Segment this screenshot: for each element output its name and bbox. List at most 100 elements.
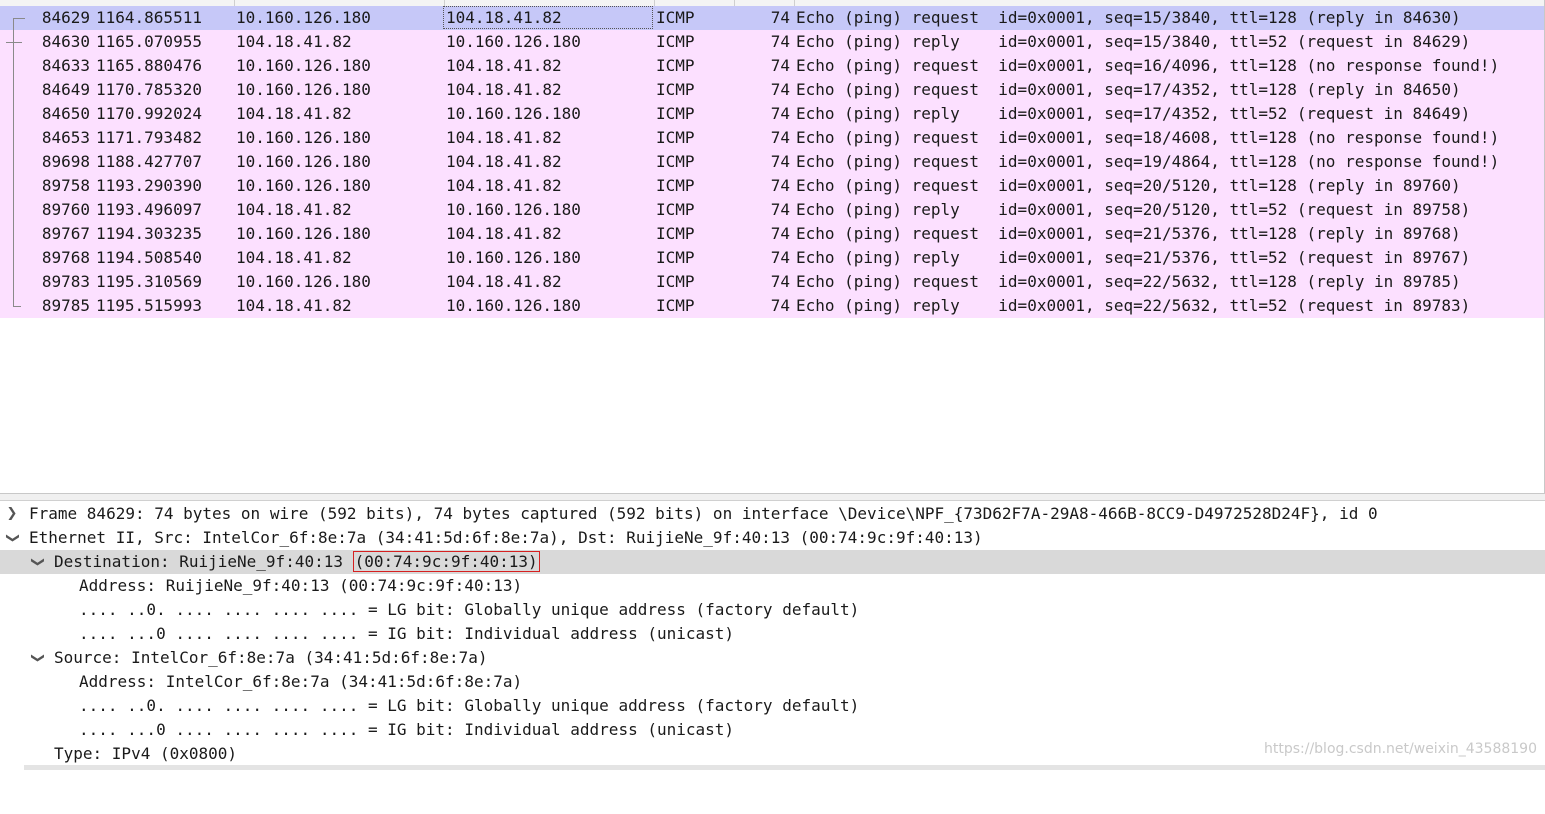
watermark: https://blog.csdn.net/weixin_43588190 (1263, 741, 1537, 757)
packet-time: 1195.310569 (96, 272, 202, 291)
packet-number: 89767 (41, 224, 90, 243)
packet-time: 1170.992024 (96, 104, 202, 123)
chevron-down-icon[interactable]: ❯ (25, 555, 49, 569)
packet-length: 74 (770, 104, 790, 123)
packet-length: 74 (770, 8, 790, 27)
packet-row[interactable]: 89760 1193.496097 104.18.41.82 10.160.126.1… (0, 198, 1544, 222)
packet-row[interactable]: 84650 1170.992024 104.18.41.82 10.160.126.1… (0, 102, 1544, 126)
packet-info: Echo (ping) request id=0x0001, seq=16/40… (796, 56, 1500, 75)
packet-info: Echo (ping) request id=0x0001, seq=15/38… (796, 8, 1461, 27)
packet-destination: 10.160.126.180 (446, 32, 581, 51)
tree-dst-address[interactable]: Address: RuijieNe_9f:40:13 (00:74:9c:9f:… (0, 574, 1545, 598)
packet-row[interactable]: 84653 1171.793482 10.160.126.180 104.18.41.… (0, 126, 1544, 150)
packet-number: 89783 (41, 272, 90, 291)
packet-info: Echo (ping) reply id=0x0001, seq=17/4352… (796, 104, 1471, 123)
packet-protocol: ICMP (656, 272, 695, 291)
packet-info: Echo (ping) reply id=0x0001, seq=22/5632… (796, 296, 1471, 315)
packet-source: 10.160.126.180 (236, 128, 371, 147)
packet-length: 74 (770, 128, 790, 147)
packet-row[interactable]: 89768 1194.508540 104.18.41.82 10.160.126.1… (0, 246, 1544, 270)
packet-time: 1193.496097 (96, 200, 202, 219)
packet-length: 74 (770, 152, 790, 171)
dst-ig-bit-field: .... ...0 .... .... .... .... = IG bit: … (79, 624, 735, 643)
packet-source: 104.18.41.82 (236, 32, 352, 51)
packet-protocol: ICMP (656, 80, 695, 99)
src-lg-bit-field: .... ..0. .... .... .... .... = LG bit: … (79, 696, 860, 715)
packet-number: 84649 (41, 80, 90, 99)
packet-source: 10.160.126.180 (236, 56, 371, 75)
packet-row[interactable]: 89698 1188.427707 10.160.126.180 104.18.41.… (0, 150, 1544, 174)
packet-info: Echo (ping) reply id=0x0001, seq=20/5120… (796, 200, 1471, 219)
packet-time: 1171.793482 (96, 128, 202, 147)
packet-number: 89758 (41, 176, 90, 195)
packet-destination: 10.160.126.180 (446, 200, 581, 219)
packet-info: Echo (ping) request id=0x0001, seq=21/53… (796, 224, 1461, 243)
packet-protocol: ICMP (656, 32, 695, 51)
pane-splitter[interactable] (0, 493, 1545, 501)
packet-time: 1170.785320 (96, 80, 202, 99)
packet-time: 1194.303235 (96, 224, 202, 243)
packet-protocol: ICMP (656, 8, 695, 27)
packet-number: 84653 (41, 128, 90, 147)
tree-src-ig-bit[interactable]: .... ...0 .... .... .... .... = IG bit: … (0, 718, 1545, 742)
packet-protocol: ICMP (656, 152, 695, 171)
packet-destination: 104.18.41.82 (446, 80, 562, 99)
source-field: Source: IntelCor_6f:8e:7a (34:41:5d:6f:8… (54, 648, 488, 667)
chevron-down-icon[interactable]: ❯ (25, 651, 49, 665)
packet-time: 1194.508540 (96, 248, 202, 267)
packet-row-selected[interactable]: 84629 1164.865511 10.160.126.180 104.18.41.… (0, 6, 1544, 30)
packet-info: Echo (ping) request id=0x0001, seq=17/43… (796, 80, 1461, 99)
cell-focus-outline (443, 6, 653, 29)
packet-length: 74 (770, 80, 790, 99)
tree-source[interactable]: ❯ Source: IntelCor_6f:8e:7a (34:41:5d:6f… (0, 646, 1545, 670)
packet-info: Echo (ping) reply id=0x0001, seq=21/5376… (796, 248, 1471, 267)
dst-address-field: Address: RuijieNe_9f:40:13 (00:74:9c:9f:… (79, 576, 523, 595)
packet-row[interactable]: 89783 1195.310569 10.160.126.180 104.18.41.… (0, 270, 1544, 294)
reply-arrow-icon (6, 42, 22, 43)
packet-source: 10.160.126.180 (236, 152, 371, 171)
tree-frame[interactable]: ❯ Frame 84629: 74 bytes on wire (592 bit… (0, 502, 1545, 526)
destination-label: Destination: RuijieNe_9f:40:13 (54, 552, 353, 571)
packet-row[interactable]: 89785 1195.515993 104.18.41.82 10.160.126.1… (0, 294, 1544, 318)
packet-time: 1188.427707 (96, 152, 202, 171)
packet-destination: 10.160.126.180 (446, 104, 581, 123)
packet-protocol: ICMP (656, 128, 695, 147)
packet-source: 104.18.41.82 (236, 296, 352, 315)
packet-source: 104.18.41.82 (236, 200, 352, 219)
horizontal-scrollbar[interactable] (24, 765, 1545, 770)
packet-row[interactable]: 89758 1193.290390 10.160.126.180 104.18.41.… (0, 174, 1544, 198)
tree-src-address[interactable]: Address: IntelCor_6f:8e:7a (34:41:5d:6f:… (0, 670, 1545, 694)
packet-protocol: ICMP (656, 176, 695, 195)
packet-row[interactable]: 89767 1194.303235 10.160.126.180 104.18.41.… (0, 222, 1544, 246)
packet-time: 1193.290390 (96, 176, 202, 195)
chevron-down-icon[interactable]: ❯ (0, 531, 24, 545)
packet-length: 74 (770, 224, 790, 243)
packet-destination: 104.18.41.82 (446, 176, 562, 195)
packet-number: 84650 (41, 104, 90, 123)
packet-number: 84633 (41, 56, 90, 75)
tree-ethernet[interactable]: ❯ Ethernet II, Src: IntelCor_6f:8e:7a (3… (0, 526, 1545, 550)
related-end-icon (13, 306, 21, 307)
packet-number: 89698 (41, 152, 90, 171)
tree-dst-ig-bit[interactable]: .... ...0 .... .... .... .... = IG bit: … (0, 622, 1545, 646)
packet-number: 89785 (41, 296, 90, 315)
packet-info: Echo (ping) request id=0x0001, seq=20/51… (796, 176, 1461, 195)
packet-protocol: ICMP (656, 296, 695, 315)
tree-src-lg-bit[interactable]: .... ..0. .... .... .... .... = LG bit: … (0, 694, 1545, 718)
packet-number: 89768 (41, 248, 90, 267)
packet-list[interactable]: 84629 1164.865511 10.160.126.180 104.18.41.… (0, 0, 1545, 493)
packet-row[interactable]: 84630 1165.070955 104.18.41.82 10.160.126.1… (0, 30, 1544, 54)
packet-source: 104.18.41.82 (236, 104, 352, 123)
ethernet-summary: Ethernet II, Src: IntelCor_6f:8e:7a (34:… (29, 528, 983, 547)
packet-row[interactable]: 84633 1165.880476 10.160.126.180 104.18.41.… (0, 54, 1544, 78)
tree-destination[interactable]: ❯ Destination: RuijieNe_9f:40:13 (00:74:… (0, 550, 1545, 574)
request-arrow-icon (13, 18, 25, 19)
packet-row[interactable]: 84649 1170.785320 10.160.126.180 104.18.41.… (0, 78, 1544, 102)
packet-details[interactable]: ❯ Frame 84629: 74 bytes on wire (592 bit… (0, 501, 1545, 770)
tree-dst-lg-bit[interactable]: .... ..0. .... .... .... .... = LG bit: … (0, 598, 1545, 622)
chevron-right-icon[interactable]: ❯ (5, 502, 19, 526)
packet-source: 10.160.126.180 (236, 80, 371, 99)
packet-destination: 104.18.41.82 (446, 272, 562, 291)
destination-mac-box: (00:74:9c:9f:40:13) (352, 551, 540, 572)
packet-length: 74 (770, 200, 790, 219)
